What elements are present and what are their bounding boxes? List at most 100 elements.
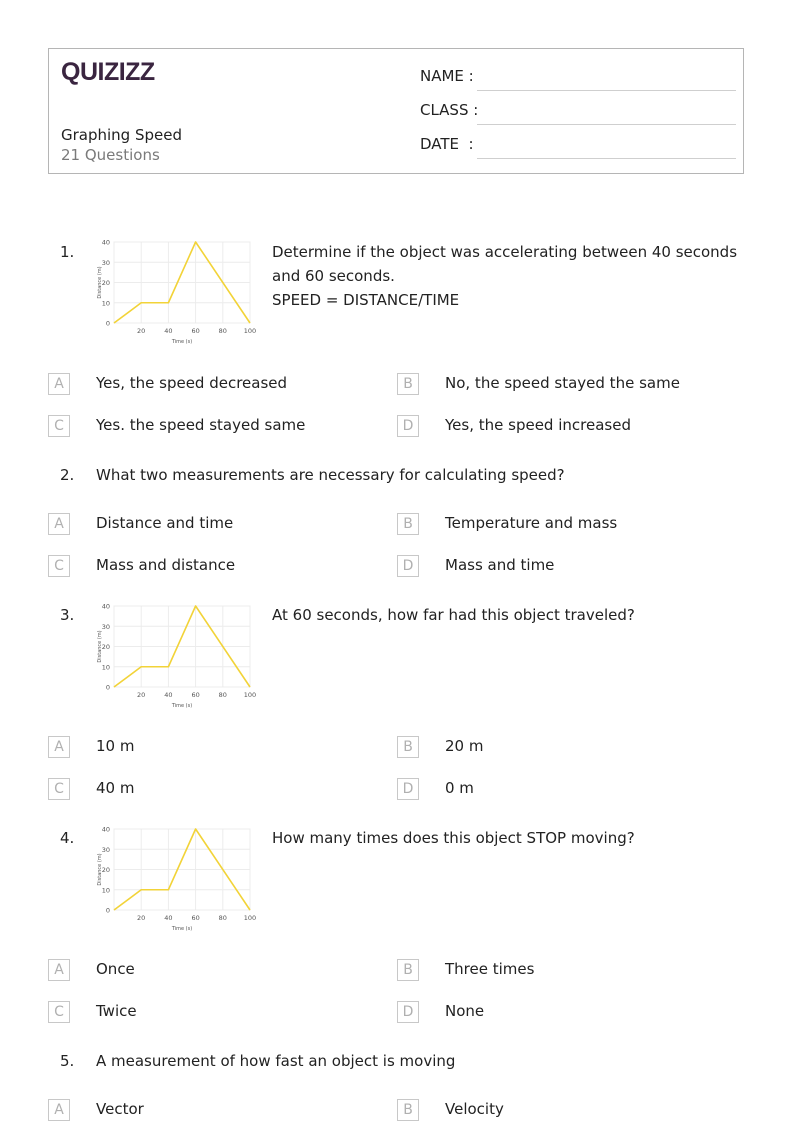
y-tick-label: 10 <box>102 886 110 894</box>
x-tick-label: 80 <box>219 914 227 922</box>
option-text: 0 m <box>445 779 474 797</box>
option-letter-box: B <box>397 736 419 758</box>
date-line[interactable] <box>477 158 736 159</box>
x-tick-label: 80 <box>219 327 227 335</box>
question-text: What two measurements are necessary for … <box>96 463 565 487</box>
y-axis-title: Distance (m) <box>97 853 103 885</box>
option-text: 40 m <box>96 779 135 797</box>
option-text: Temperature and mass <box>445 514 618 532</box>
option-letter-box: A <box>48 1099 70 1121</box>
question-text: A measurement of how fast an object is m… <box>96 1049 455 1073</box>
distance-time-graph: 01020304020 40 60 80 100Time (s)Distance (m) <box>97 239 256 346</box>
distance-time-graph: 01020304020 40 60 80 100Time (s)Distance (m) <box>97 603 256 710</box>
x-tick-label: 40 <box>164 327 172 335</box>
question-text-line: Determine if the object was accelerating… <box>272 243 738 261</box>
name-line[interactable] <box>477 90 736 91</box>
option-text: Distance and time <box>96 514 234 532</box>
option-letter-box: A <box>48 373 70 395</box>
option-letter-box: C <box>48 778 70 800</box>
y-tick-label: 30 <box>102 623 110 631</box>
x-tick-label: 20 <box>137 691 145 699</box>
option-text: Three times <box>445 960 535 978</box>
option-text: Mass and distance <box>96 556 236 574</box>
y-tick-label: 0 <box>106 684 110 692</box>
y-tick-label: 10 <box>102 663 110 671</box>
option-letter-box: A <box>48 513 70 535</box>
worksheet-title: Graphing Speed <box>61 126 182 144</box>
question-text-line: How many times does this object STOP mov… <box>272 829 635 847</box>
question-number: 1. <box>60 243 75 261</box>
y-tick-label: 30 <box>102 259 110 267</box>
question-text: At 60 seconds, how far had this object t… <box>272 603 635 627</box>
option-text: Vector <box>96 1100 144 1118</box>
option-text: Twice <box>96 1002 137 1020</box>
option-letter-box: C <box>48 555 70 577</box>
y-tick-label: 10 <box>102 299 110 307</box>
question-text-line: What two measurements are necessary for … <box>96 466 565 484</box>
option-letter-box: D <box>397 1001 419 1023</box>
name-field[interactable]: NAME : <box>420 67 736 91</box>
x-axis-title: Time (s) <box>171 703 192 709</box>
option-letter-box: A <box>48 736 70 758</box>
class-field[interactable]: CLASS : <box>420 101 736 125</box>
class-label: CLASS : <box>420 101 479 119</box>
option-text: No, the speed stayed the same <box>445 374 680 392</box>
y-axis-title: Distance (m) <box>97 630 103 662</box>
x-tick-label: 60 <box>191 691 199 699</box>
y-axis-title: Distance (m) <box>97 266 103 298</box>
date-label: DATE : <box>420 135 474 153</box>
question-number: 5. <box>60 1052 75 1070</box>
x-tick-label: 100 <box>244 691 256 699</box>
option-letter-box: A <box>48 959 70 981</box>
x-axis-title: Time (s) <box>171 926 192 932</box>
y-tick-label: 30 <box>102 846 110 854</box>
x-tick-label: 100 <box>244 327 256 335</box>
y-tick-label: 0 <box>106 320 110 328</box>
question-number: 4. <box>60 829 75 847</box>
question-count: 21 Questions <box>61 146 160 164</box>
worksheet-header: QUIZIZZ Graphing Speed 21 Questions NAME… <box>48 48 744 174</box>
x-tick-label: 80 <box>219 691 227 699</box>
y-tick-label: 40 <box>102 826 110 834</box>
option-letter-box: B <box>397 1099 419 1121</box>
option-text: None <box>445 1002 485 1020</box>
option-text: Yes. the speed stayed same <box>96 416 306 434</box>
option-letter-box: D <box>397 778 419 800</box>
question-number: 3. <box>60 606 75 624</box>
option-text: Velocity <box>445 1100 504 1118</box>
date-field[interactable]: DATE : <box>420 135 736 159</box>
option-text: 10 m <box>96 737 135 755</box>
question-text-line: and 60 seconds. <box>272 267 395 285</box>
option-letter-box: B <box>397 513 419 535</box>
y-tick-label: 0 <box>106 907 110 915</box>
option-letter-box: D <box>397 555 419 577</box>
option-text: 20 m <box>445 737 484 755</box>
x-tick-label: 20 <box>137 914 145 922</box>
option-letter-box: B <box>397 959 419 981</box>
option-letter-box: C <box>48 1001 70 1023</box>
option-text: Yes, the speed increased <box>445 416 631 434</box>
question-text-line: SPEED = DISTANCE/TIME <box>272 291 460 309</box>
name-label: NAME : <box>420 67 474 85</box>
y-tick-label: 40 <box>102 239 110 247</box>
x-tick-label: 40 <box>164 914 172 922</box>
x-tick-label: 100 <box>244 914 256 922</box>
y-tick-label: 40 <box>102 603 110 611</box>
option-text: Once <box>96 960 135 978</box>
quizizz-logo: QUIZIZZ <box>61 58 155 86</box>
x-axis-title: Time (s) <box>171 339 192 345</box>
question-number: 2. <box>60 466 75 484</box>
option-text: Mass and time <box>445 556 555 574</box>
question-text: Determine if the object was accelerating… <box>272 240 737 312</box>
class-line[interactable] <box>477 124 736 125</box>
x-tick-label: 60 <box>191 914 199 922</box>
option-letter-box: C <box>48 415 70 437</box>
question-text-line: At 60 seconds, how far had this object t… <box>272 606 635 624</box>
option-letter-box: B <box>397 373 419 395</box>
option-text: Yes, the speed decreased <box>96 374 288 392</box>
x-tick-label: 60 <box>191 327 199 335</box>
distance-time-graph: 01020304020 40 60 80 100Time (s)Distance (m) <box>97 826 256 933</box>
question-text-line: A measurement of how fast an object is m… <box>96 1052 456 1070</box>
x-tick-label: 20 <box>137 327 145 335</box>
option-letter-box: D <box>397 415 419 437</box>
